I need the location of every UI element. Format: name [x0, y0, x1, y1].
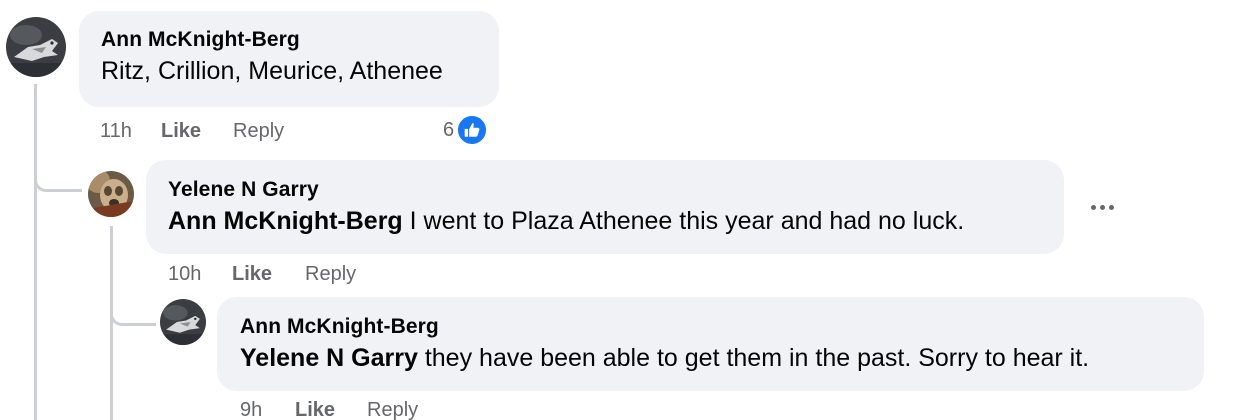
comment-author[interactable]: Yelene N Garry	[168, 177, 1064, 203]
more-options-button[interactable]	[1082, 187, 1122, 227]
comment-bubble: Ann McKnight-Berg Ritz, Crillion, Meuric…	[79, 11, 499, 107]
thumbs-up-icon	[456, 114, 489, 146]
mention-link[interactable]: Ann McKnight-Berg	[168, 207, 403, 235]
comment-body: I went to Plaza Athenee this year and ha…	[402, 207, 965, 235]
comment-actions: 9h Like Reply	[240, 398, 640, 420]
avatar-photo-icon	[88, 171, 134, 217]
avatar[interactable]	[160, 299, 206, 345]
reply-bubble: Ann McKnight-Berg Yelene N Garry they ha…	[217, 297, 1204, 391]
comment-actions: 11h Like Reply	[100, 119, 500, 143]
comment-thread: Ann McKnight-Berg Ritz, Crillion, Meuric…	[0, 0, 1241, 420]
like-button[interactable]: Like	[295, 398, 335, 420]
reaction-summary[interactable]: 6	[443, 113, 489, 147]
comment-author[interactable]: Ann McKnight-Berg	[101, 27, 499, 53]
comment-text: Ann McKnight-Berg I went to Plaza Athene…	[168, 205, 1064, 237]
comment-timestamp[interactable]: 11h	[100, 119, 132, 143]
like-button[interactable]: Like	[161, 119, 201, 143]
avatar[interactable]	[6, 17, 66, 77]
thread-line-reply	[110, 226, 113, 420]
reply-button[interactable]: Reply	[233, 119, 284, 143]
avatar-photo-icon	[6, 17, 66, 77]
comment-body: they have been able to get them in the p…	[417, 344, 1090, 372]
reply-button[interactable]: Reply	[367, 398, 418, 420]
mention-link[interactable]: Yelene N Garry	[240, 344, 418, 372]
thread-curve-reply-1	[34, 150, 82, 192]
reply-button[interactable]: Reply	[305, 262, 356, 286]
avatar-photo-icon	[160, 299, 206, 345]
more-options-icon	[1090, 204, 1096, 210]
comment-actions: 10h Like Reply	[168, 262, 568, 286]
reaction-count: 6	[443, 118, 455, 141]
comment-author[interactable]: Ann McKnight-Berg	[240, 314, 1204, 340]
thread-curve-reply-2	[110, 290, 156, 326]
comment-timestamp[interactable]: 10h	[168, 262, 201, 286]
like-button[interactable]: Like	[232, 262, 272, 286]
reply-bubble: Yelene N Garry Ann McKnight-Berg I went …	[146, 160, 1064, 254]
comment-text: Ritz, Crillion, Meurice, Athenee	[101, 57, 443, 85]
avatar[interactable]	[88, 171, 134, 217]
comment-timestamp[interactable]: 9h	[240, 398, 262, 420]
thread-line-main	[34, 84, 37, 420]
comment-text: Yelene N Garry they have been able to ge…	[240, 342, 1204, 374]
